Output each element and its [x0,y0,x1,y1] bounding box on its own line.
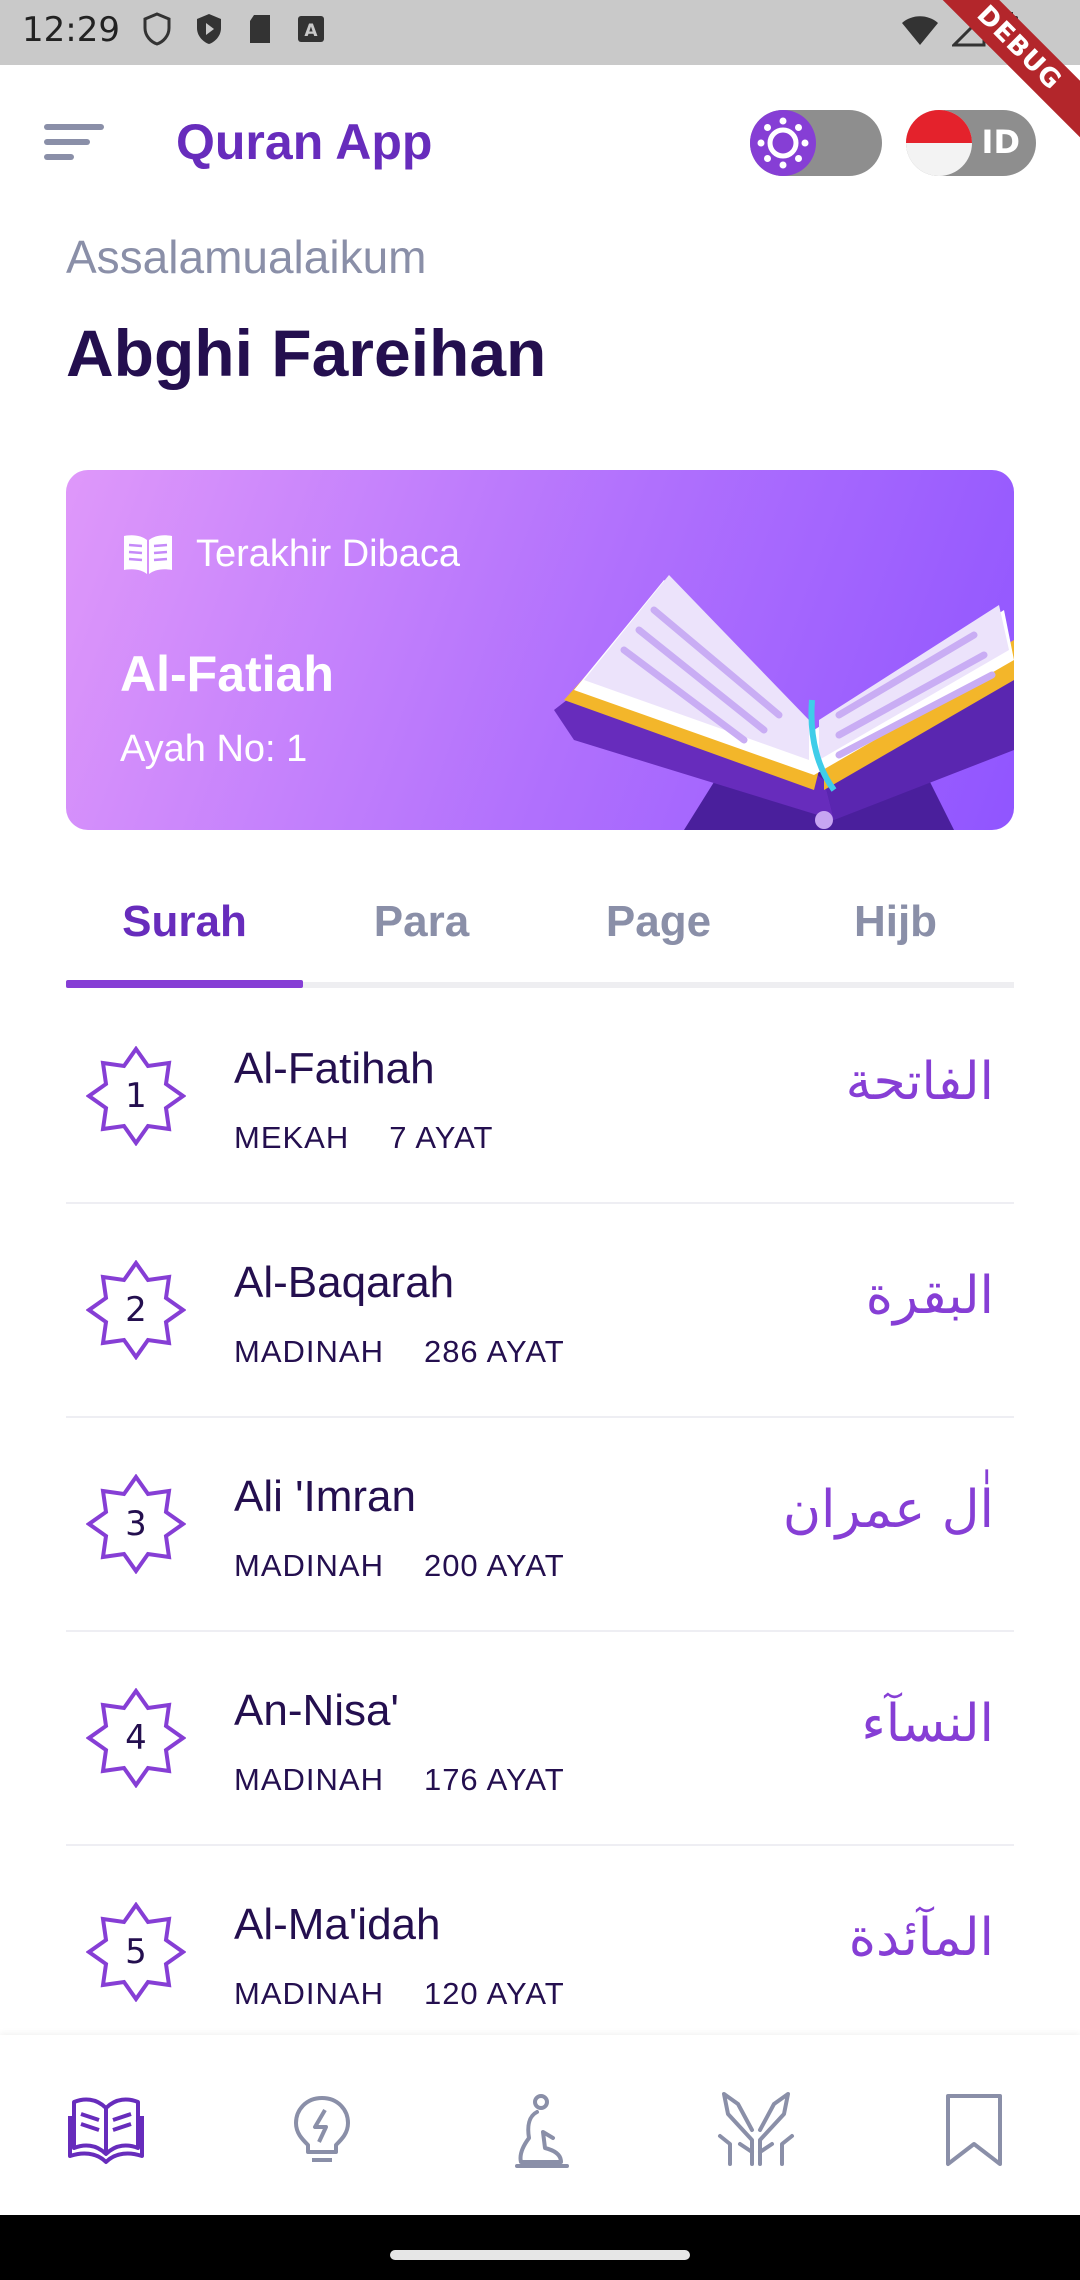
system-navigation-bar [0,2215,1080,2280]
surah-name: Al-Baqarah [234,1258,455,1307]
last-read-card[interactable]: Terakhir Dibaca Al-Fatiah Ayah No: 1 [66,470,1014,830]
surah-number: 1 [125,1076,147,1116]
surah-number-badge: 5 [86,1902,186,2002]
tab-hijb[interactable]: Hijb [777,880,1014,984]
menu-icon[interactable] [44,122,108,162]
last-read-header: Terakhir Dibaca [120,532,460,576]
lamp-icon[interactable] [282,2090,362,2170]
surah-meta: MADINAH 120 AYAT [234,1976,565,2012]
surah-name: An-Nisa' [234,1686,399,1735]
surah-number: 5 [125,1932,147,1972]
surah-row[interactable]: 2 Al-Baqarah MADINAH 286 AYAT البقرة [66,1204,1014,1418]
surah-name: Al-Ma'idah [234,1900,441,1949]
tab-surah[interactable]: Surah [66,880,303,984]
language-toggle[interactable]: ID [906,110,1036,176]
svg-text:A: A [304,21,318,41]
surah-number: 3 [125,1504,147,1544]
surah-ayat-count: 7 AYAT [389,1120,494,1155]
open-book-icon [124,535,172,574]
surah-meta: MADINAH 286 AYAT [234,1334,565,1370]
surah-row[interactable]: 5 Al-Ma'idah MADINAH 120 AYAT المآئدة [66,1846,1014,2035]
theme-toggle[interactable] [750,110,882,176]
surah-place: MADINAH [234,1548,384,1583]
surah-arabic-name: اٰل عمران [782,1480,994,1540]
play-protect-icon [197,14,221,44]
surah-number: 4 [125,1718,147,1758]
app-title: Quran App [176,114,433,170]
surah-arabic-name: المآئدة [848,1908,994,1968]
doa-hands-icon[interactable] [716,2090,796,2170]
prayer-icon[interactable] [499,2090,579,2170]
surah-place: MADINAH [234,1762,384,1797]
surah-number: 2 [125,1290,147,1330]
surah-ayat-count: 286 AYAT [423,1334,565,1369]
surah-ayat-count: 200 AYAT [423,1548,565,1583]
indonesia-flag-icon [906,110,972,176]
surah-meta: MADINAH 176 AYAT [234,1762,565,1798]
user-name: Abghi Fareihan [66,316,547,390]
surah-meta: MEKAH 7 AYAT [234,1120,493,1156]
sun-icon [750,110,816,176]
surah-number-badge: 4 [86,1688,186,1788]
tab-para[interactable]: Para [303,880,540,984]
shield-icon [143,12,171,46]
last-read-ayah: Ayah No: 1 [120,728,308,770]
surah-meta: MADINAH 200 AYAT [234,1548,565,1584]
surah-number-badge: 1 [86,1046,186,1146]
sd-card-icon [250,15,270,43]
keyboard-icon: A [298,16,324,42]
surah-arabic-name: النسآء [861,1694,994,1754]
surah-place: MADINAH [234,1976,384,2011]
surah-row[interactable]: 4 An-Nisa' MADINAH 176 AYAT النسآء [66,1632,1014,1846]
surah-ayat-count: 176 AYAT [423,1762,565,1797]
last-read-surah: Al-Fatiah [120,646,334,702]
home-gesture-handle[interactable] [390,2250,690,2260]
surah-number-badge: 2 [86,1260,186,1360]
surah-arabic-name: البقرة [865,1266,994,1326]
surah-tabs: Surah Para Page Hijb [66,880,1014,990]
surah-row[interactable]: 1 Al-Fatihah MEKAH 7 AYAT الفاتحة [66,990,1014,1204]
surah-name: Ali 'Imran [234,1472,416,1521]
tab-page[interactable]: Page [540,880,777,984]
language-code: ID [981,123,1020,161]
surah-place: MADINAH [234,1334,384,1369]
last-read-label: Terakhir Dibaca [196,532,460,575]
surah-arabic-name: الفاتحة [845,1052,994,1112]
bookmark-icon[interactable] [934,2090,1014,2170]
status-notification-icons: A [142,12,326,46]
status-time: 12:29 [22,10,120,50]
status-bar: 12:29 A DEBUG [0,0,1080,151]
surah-list[interactable]: 1 Al-Fatihah MEKAH 7 AYAT الفاتحة 2 Al-B… [66,990,1014,2035]
wifi-icon [902,16,938,45]
surah-place: MEKAH [234,1120,350,1155]
surah-number-badge: 3 [86,1474,186,1574]
surah-name: Al-Fatihah [234,1044,435,1093]
tab-indicator [66,980,303,988]
surah-ayat-count: 120 AYAT [423,1976,565,2011]
quran-icon[interactable] [66,2090,146,2170]
quran-book-illustration [554,575,1014,830]
bottom-navigation [0,2035,1080,2215]
surah-row[interactable]: 3 Ali 'Imran MADINAH 200 AYAT اٰل عمران [66,1418,1014,1632]
greeting-text: Assalamualaikum [66,231,427,283]
